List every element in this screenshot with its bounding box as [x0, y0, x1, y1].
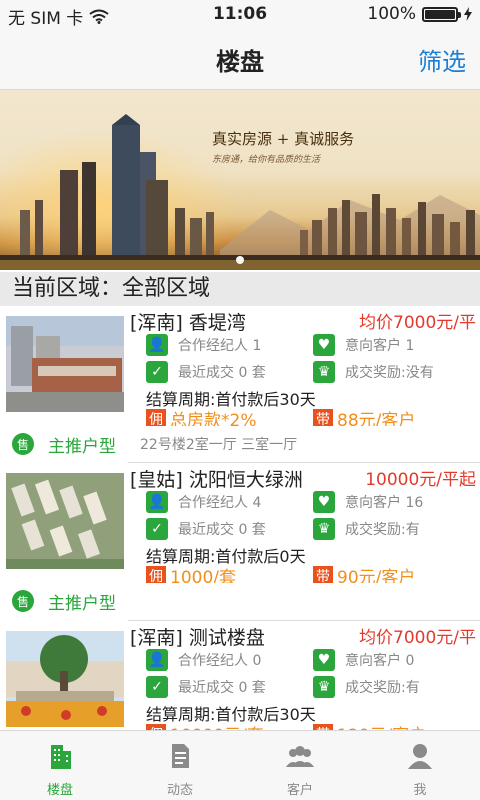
- building-icon: [51, 745, 71, 769]
- trophy-icon: ♛: [313, 676, 335, 698]
- heart-icon: ♥: [313, 649, 335, 671]
- filter-button[interactable]: 筛选: [418, 42, 466, 77]
- tab-clients[interactable]: 客户: [240, 731, 360, 800]
- check-icon: ✓: [146, 676, 168, 698]
- listing-photo: [6, 631, 124, 727]
- check-icon: ✓: [146, 361, 168, 383]
- page-title: 楼盘: [216, 48, 264, 76]
- sale-badge: 售: [12, 433, 34, 455]
- reward-stat: ♛ 成交奖励:没有: [313, 361, 434, 383]
- trophy-icon: ♛: [313, 361, 335, 383]
- battery-percent: 100%: [367, 4, 416, 24]
- listing-price: 10000元/平起: [365, 470, 476, 490]
- agents-stat: 👤 合作经纪人 1: [146, 334, 261, 356]
- status-bar: 无 SIM 卡 11:06 100%: [0, 0, 480, 29]
- carousel-indicator: [0, 256, 480, 264]
- intent-stat: ♥ 意向客户 1: [313, 334, 414, 356]
- tab-label: 动态: [166, 783, 193, 798]
- heart-icon: ♥: [313, 334, 335, 356]
- agents-stat: 👤 合作经纪人 0: [146, 649, 261, 671]
- reward-stat: ♛ 成交奖励:有: [313, 518, 420, 540]
- recent-deals-stat: ✓ 最近成交 0 套: [146, 518, 266, 540]
- listing-photo: [6, 316, 124, 412]
- agents-stat: 👤 合作经纪人 4: [146, 491, 261, 513]
- tab-buildings[interactable]: 楼盘: [0, 731, 120, 800]
- listing-name: [皇姑] 沈阳恒大绿洲: [130, 469, 303, 491]
- promo-banner[interactable]: 真实房源 + 真诚服务 东房通，给你有品质的生活: [0, 90, 480, 270]
- main-unit-label: 主推户型: [48, 594, 116, 614]
- listing-card[interactable]: [浑南] 香堤湾 均价7000元/平 👤 合作经纪人 1 ♥ 意向客户 1 ✓ …: [0, 306, 480, 431]
- agent-icon: 👤: [146, 649, 168, 671]
- banner-caption: 真实房源 + 真诚服务: [212, 130, 355, 148]
- carousel-dot: [236, 256, 244, 264]
- city-skyline-image: [0, 114, 480, 270]
- recent-deals-stat: ✓ 最近成交 0 套: [146, 361, 266, 383]
- tab-label: 楼盘: [46, 783, 73, 798]
- reward-stat: ♛ 成交奖励:有: [313, 676, 420, 698]
- tab-label: 客户: [286, 783, 313, 798]
- person-icon: [408, 744, 432, 769]
- listing-card[interactable]: [浑南] 测试楼盘 均价7000元/平 👤 合作经纪人 0 ♥ 意向客户 0 ✓…: [0, 621, 480, 746]
- listing-photo: [6, 473, 124, 569]
- listing-price: 均价7000元/平: [359, 313, 476, 333]
- battery-icon: [422, 6, 461, 22]
- trophy-icon: ♛: [313, 518, 335, 540]
- main-unit-row[interactable]: 售 主推户型: [0, 583, 480, 619]
- heart-icon: ♥: [313, 491, 335, 513]
- status-right: 100%: [367, 4, 472, 24]
- tab-bar: 楼盘 动态 客户 我: [0, 730, 480, 800]
- listing-name: [浑南] 测试楼盘: [130, 627, 265, 649]
- charging-bolt-icon: [464, 7, 472, 21]
- agent-icon: 👤: [146, 491, 168, 513]
- main-unit-types: 22号楼2室一厅 三室一厅: [140, 437, 298, 453]
- intent-stat: ♥ 意向客户 16: [313, 491, 423, 513]
- main-unit-label: 主推户型: [48, 437, 116, 457]
- people-icon: [286, 746, 314, 767]
- recent-deals-stat: ✓ 最近成交 0 套: [146, 676, 266, 698]
- banner-subcaption: 东房通，给你有品质的生活: [212, 155, 321, 165]
- document-icon: [172, 744, 189, 768]
- region-bar[interactable]: 当前区域：全部区域: [0, 272, 480, 306]
- listing-name: [浑南] 香堤湾: [130, 312, 246, 334]
- tab-me[interactable]: 我: [360, 731, 480, 800]
- nav-bar: 楼盘 筛选: [0, 28, 480, 90]
- listing-card[interactable]: [皇姑] 沈阳恒大绿洲 10000元/平起 👤 合作经纪人 4 ♥ 意向客户 1…: [0, 463, 480, 588]
- intent-stat: ♥ 意向客户 0: [313, 649, 414, 671]
- agent-icon: 👤: [146, 334, 168, 356]
- listing-price: 均价7000元/平: [359, 628, 476, 648]
- tab-label: 我: [413, 783, 427, 798]
- check-icon: ✓: [146, 518, 168, 540]
- main-unit-row[interactable]: 售 主推户型 22号楼2室一厅 三室一厅: [0, 426, 480, 462]
- sale-badge: 售: [12, 590, 34, 612]
- tab-news[interactable]: 动态: [120, 731, 240, 800]
